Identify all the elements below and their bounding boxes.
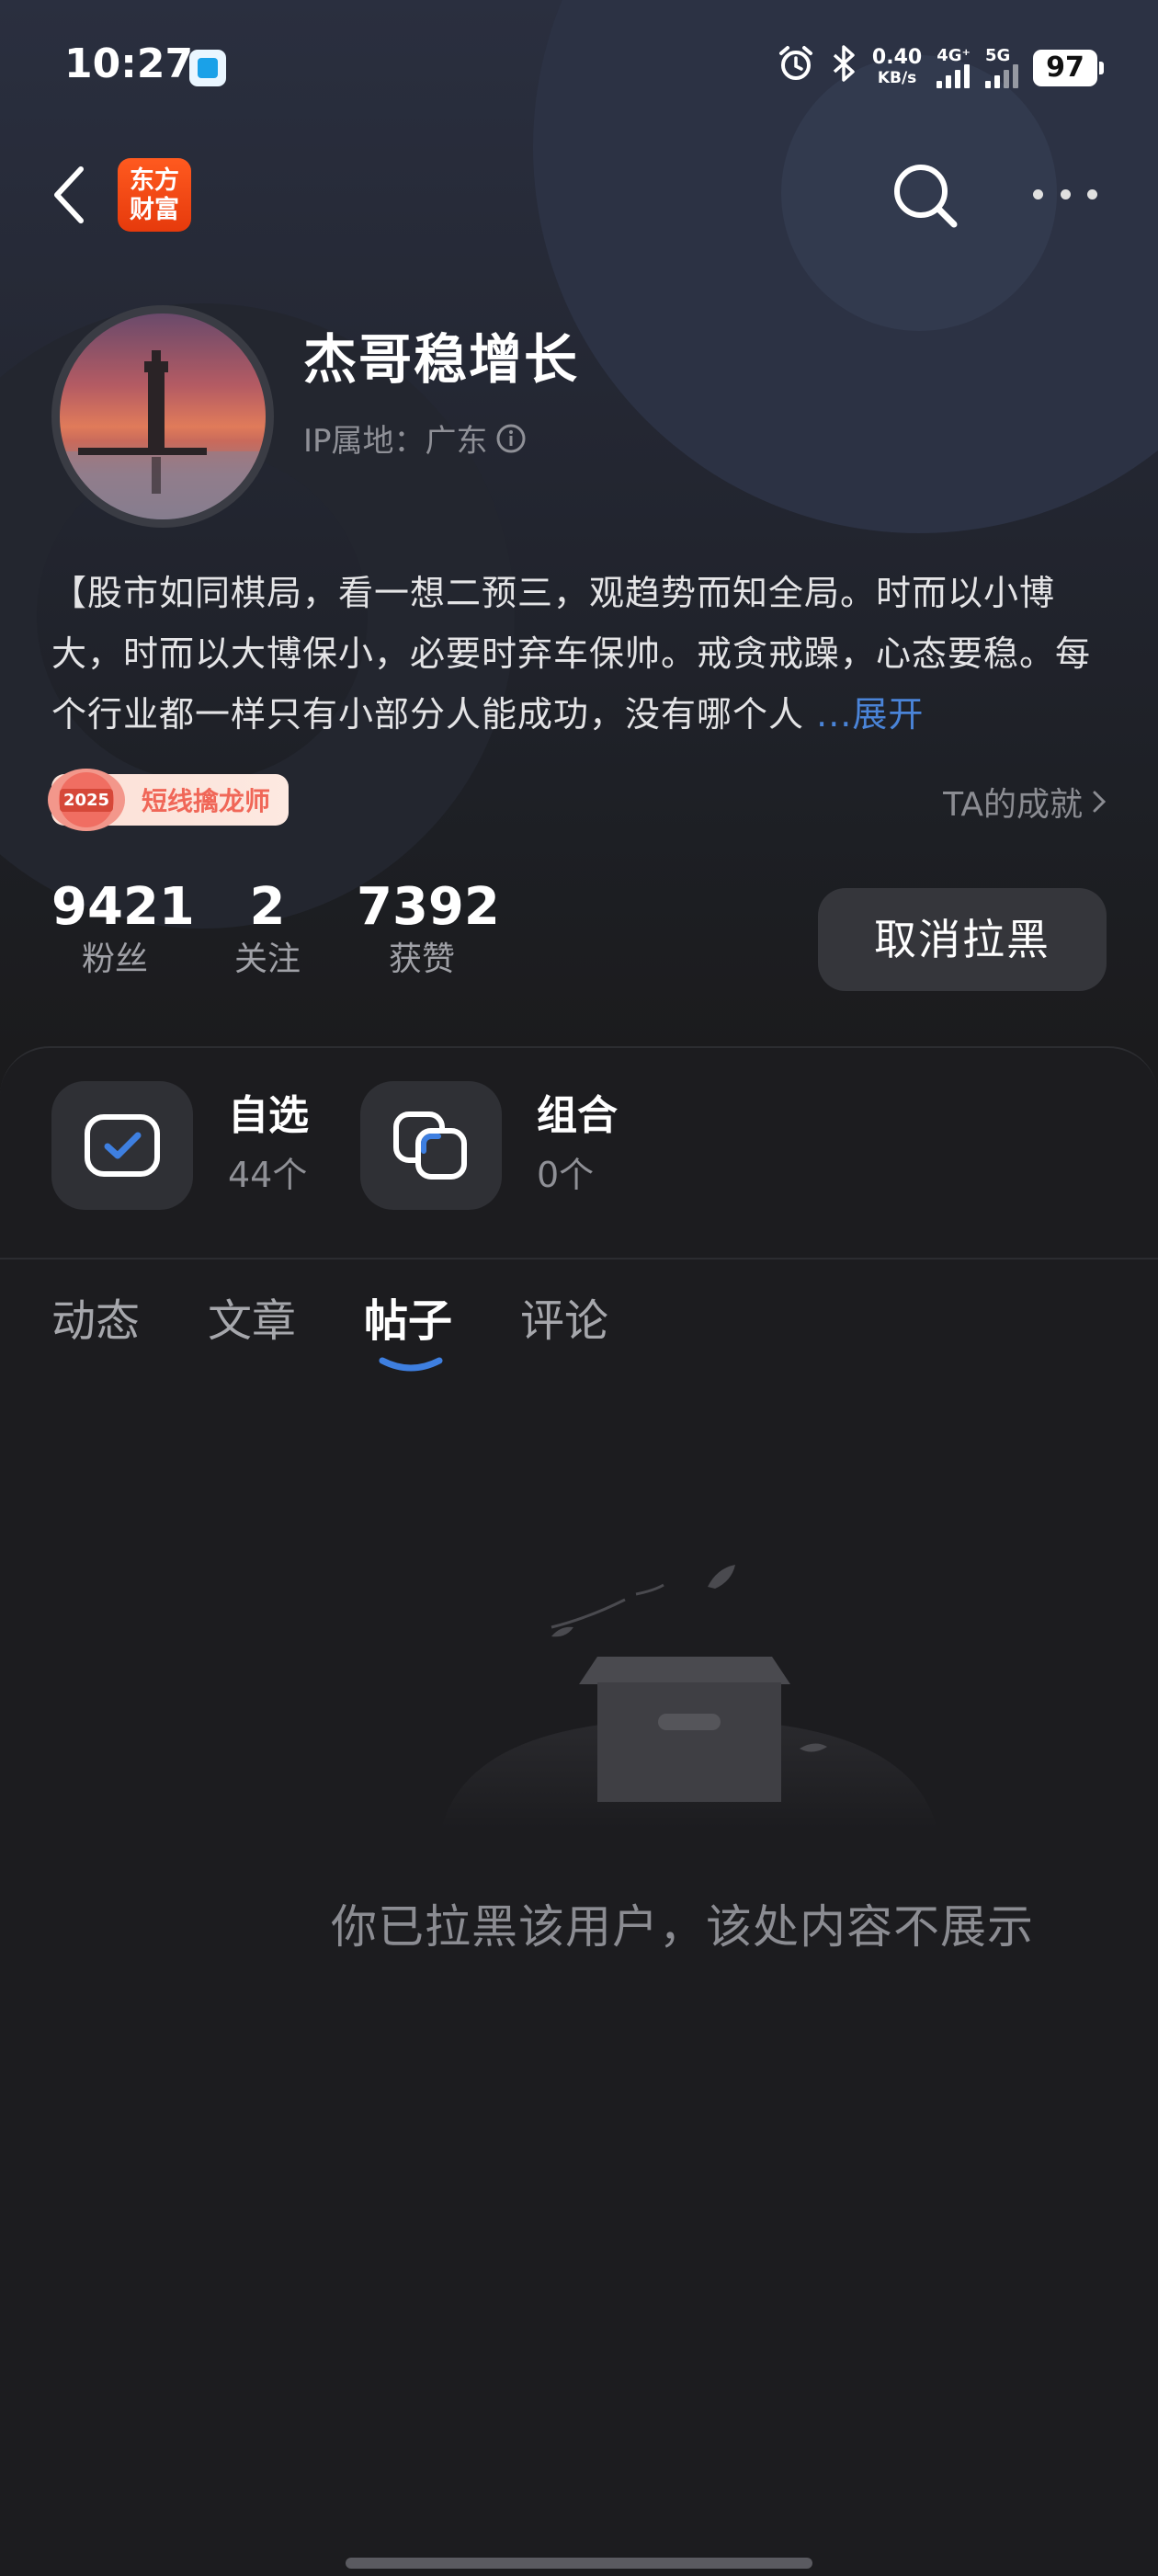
likes-count: 7392 — [357, 877, 500, 937]
combo-squares-icon — [360, 1081, 502, 1210]
badge-label: 短线擒龙师 — [142, 786, 271, 816]
combo-count: 0个 — [537, 1155, 595, 1195]
empty-state-message: 你已拉黑该用户，该处内容不展示 — [331, 1900, 1034, 1954]
signal-sim1: 4G⁺ — [937, 45, 971, 88]
chevron-right-icon — [1093, 791, 1107, 813]
more-options-button[interactable] — [1033, 180, 1097, 208]
dot-icon — [1060, 188, 1071, 199]
following-label: 关注 — [233, 940, 301, 978]
status-time: 10:27 — [64, 40, 194, 87]
sim1-label: 4G⁺ — [937, 45, 971, 65]
ip-location: IP属地：广东 — [303, 416, 527, 461]
status-icons: 0.40 KB/s 4G⁺ 5G 97 — [777, 44, 1104, 91]
stat-likes[interactable]: 7392 获赞 — [357, 877, 500, 982]
chevron-left-icon — [54, 166, 84, 223]
tab-bar: 动态 文章 帖子 评论 — [51, 1287, 608, 1372]
app-notification-icon — [189, 50, 226, 86]
followers-count: 9421 — [51, 877, 195, 937]
app-logo[interactable]: 东方 财富 — [118, 158, 191, 232]
status-bar: 10:27 0.40 KB/s 4G⁺ 5G 97 — [0, 0, 1158, 138]
following-count: 2 — [249, 877, 286, 937]
badge-year: 2025 — [59, 788, 114, 812]
search-icon — [894, 165, 958, 228]
username: 杰哥稳增长 — [303, 328, 580, 391]
empty-box-illustration — [441, 1565, 937, 1829]
divider — [0, 1258, 1158, 1260]
network-speed: 0.40 KB/s — [871, 45, 923, 88]
dot-icon — [1087, 188, 1097, 199]
content-card: 自选 44个 组合 0个 动态 文章 帖子 评论 你已拉黑该用户，该处内容不展示 — [0, 1046, 1158, 2576]
logo-line-2: 财富 — [130, 196, 179, 224]
stat-followers[interactable]: 9421 粉丝 — [51, 877, 195, 982]
portfolio-combo-entry[interactable]: 组合 0个 — [360, 1081, 618, 1210]
stats-row: 9421 粉丝 2 关注 7392 获赞 — [51, 877, 500, 982]
watchlist-title: 自选 — [228, 1092, 309, 1139]
followers-label: 粉丝 — [81, 940, 148, 978]
watchlist-entry[interactable]: 自选 44个 — [51, 1081, 309, 1210]
avatar[interactable] — [51, 305, 274, 528]
search-button[interactable] — [888, 158, 961, 232]
alarm-icon — [777, 44, 815, 91]
achievements-link-label: TA的成就 — [943, 786, 1083, 824]
ip-location-text: IP属地：广东 — [303, 423, 488, 460]
logo-line-1: 东方 — [130, 166, 179, 195]
battery-indicator: 97 — [1033, 49, 1104, 86]
tab-articles[interactable]: 文章 — [208, 1287, 296, 1355]
unblock-button[interactable]: 取消拉黑 — [818, 888, 1107, 991]
tab-posts[interactable]: 帖子 — [364, 1287, 453, 1372]
tab-posts-label: 帖子 — [364, 1295, 453, 1347]
achievement-badge[interactable]: 2025 短线擒龙师 — [48, 769, 289, 831]
achievements-link[interactable]: TA的成就 — [943, 778, 1107, 826]
lighthouse-photo — [60, 350, 266, 519]
network-speed-value: 0.40 — [871, 45, 923, 69]
tab-activity[interactable]: 动态 — [51, 1287, 140, 1355]
watchlist-checkbox-icon — [51, 1081, 193, 1210]
tab-comments[interactable]: 评论 — [520, 1287, 608, 1355]
info-icon[interactable] — [495, 423, 527, 454]
signal-bars-icon — [985, 63, 1018, 88]
bio-expand-link[interactable]: ...展开 — [816, 694, 924, 735]
network-speed-unit: KB/s — [877, 68, 917, 87]
combo-title: 组合 — [537, 1092, 618, 1139]
bio-text: 【股市如同棋局，看一想二预三，观趋势而知全局。时而以小博大，时而以大博保小，必要… — [51, 573, 1092, 735]
stat-following[interactable]: 2 关注 — [230, 877, 305, 982]
signal-sim2: 5G — [985, 45, 1018, 88]
likes-label: 获赞 — [388, 940, 455, 978]
active-tab-indicator — [379, 1357, 443, 1372]
badge-seal-icon: 2025 — [48, 769, 125, 831]
dot-icon — [1033, 188, 1043, 199]
bio: 【股市如同棋局，看一想二预三，观趋势而知全局。时而以小博大，时而以大博保小，必要… — [51, 563, 1108, 745]
signal-bars-icon — [937, 63, 971, 88]
home-indicator[interactable] — [346, 2558, 812, 2569]
back-button[interactable] — [50, 162, 90, 228]
sim2-label: 5G — [985, 45, 1011, 65]
bluetooth-icon — [830, 44, 857, 91]
watchlist-count: 44个 — [228, 1155, 308, 1195]
